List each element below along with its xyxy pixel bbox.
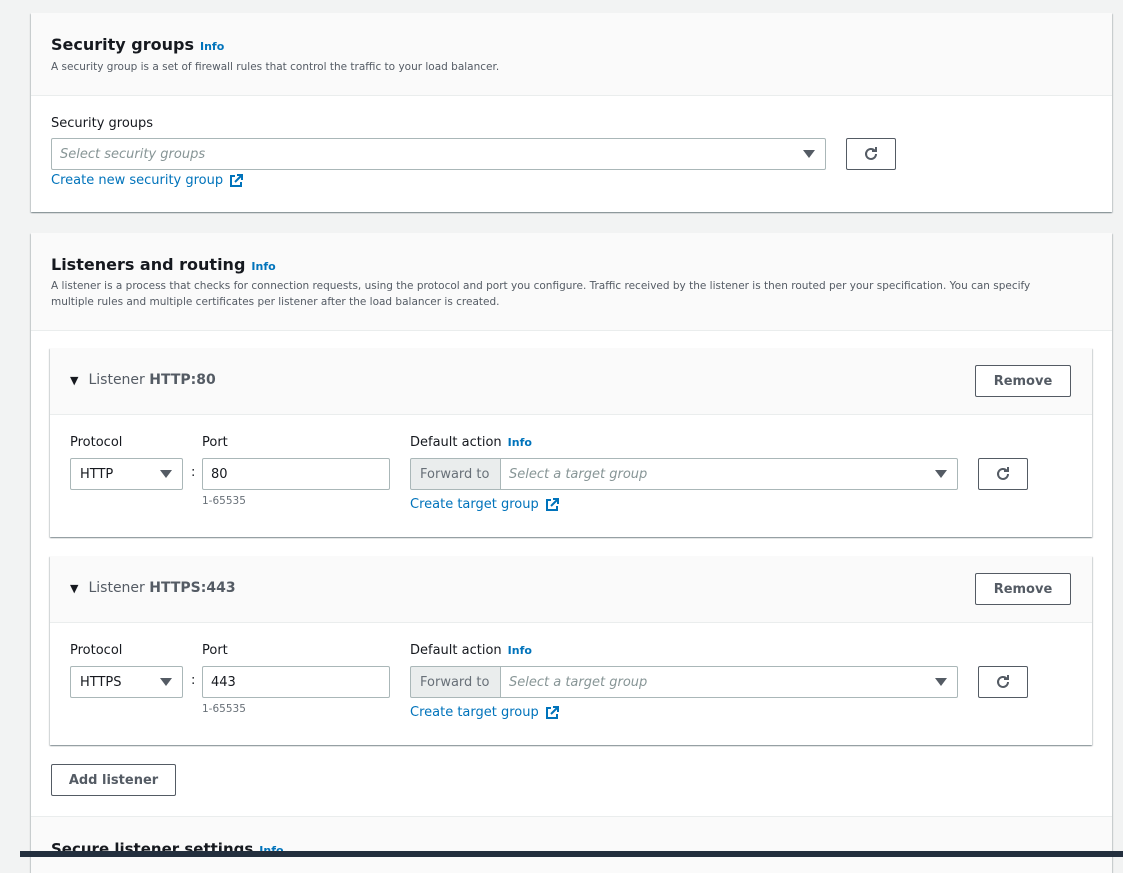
panel-header: Security groups Info A security group is … <box>31 13 1112 96</box>
refresh-icon <box>995 674 1011 690</box>
listener-card: ▼ Listener HTTP:80 Remove Protocol HTTP :… <box>50 348 1092 537</box>
caret-down-icon: ▼ <box>70 374 79 387</box>
section-title: Listeners and routing Info <box>51 255 276 274</box>
bottom-bar <box>20 851 1123 857</box>
listeners-panel: Listeners and routing Info A listener is … <box>31 233 1112 873</box>
listener-toggle[interactable]: ▼ Listener HTTP:80 <box>70 372 216 388</box>
external-link-icon <box>545 498 559 512</box>
info-link[interactable]: Info <box>251 260 275 273</box>
create-security-group-link[interactable]: Create new security group <box>51 173 243 188</box>
port-hint: 1-65535 <box>202 703 246 715</box>
refresh-icon <box>995 466 1011 482</box>
remove-button[interactable]: Remove <box>975 573 1071 605</box>
info-link[interactable]: Info <box>200 40 224 53</box>
protocol-select[interactable]: HTTP <box>70 458 183 490</box>
refresh-icon <box>863 146 879 162</box>
external-link-icon <box>545 706 559 720</box>
forward-to-label: Forward to <box>410 458 501 490</box>
create-target-group-link[interactable]: Create target group <box>410 497 559 512</box>
caret-down-icon <box>935 678 947 686</box>
port-label: Port <box>202 435 228 450</box>
caret-down-icon <box>935 470 947 478</box>
external-link-icon <box>229 174 243 188</box>
remove-button[interactable]: Remove <box>975 365 1071 397</box>
listener-card: ▼ Listener HTTPS:443 Remove Protocol HTTP… <box>50 556 1092 745</box>
caret-down-icon: ▼ <box>70 582 79 595</box>
protocol-label: Protocol <box>70 643 123 658</box>
refresh-button[interactable] <box>978 666 1028 698</box>
forward-to-label: Forward to <box>410 666 501 698</box>
default-action-label: Default action Info <box>410 643 532 658</box>
section-description: A listener is a process that checks for … <box>51 280 1031 308</box>
listener-toggle[interactable]: ▼ Listener HTTPS:443 <box>70 580 236 596</box>
caret-down-icon <box>160 470 172 478</box>
security-groups-select[interactable]: Select security groups <box>51 138 826 170</box>
default-action-label: Default action Info <box>410 435 532 450</box>
caret-down-icon <box>803 150 815 158</box>
security-groups-panel: Security groups Info A security group is … <box>31 13 1112 212</box>
info-link[interactable]: Info <box>508 436 532 449</box>
field-label: Security groups <box>51 116 154 131</box>
port-hint: 1-65535 <box>202 495 246 507</box>
protocol-select[interactable]: HTTPS <box>70 666 183 698</box>
protocol-label: Protocol <box>70 435 123 450</box>
target-group-select[interactable]: Select a target group <box>500 458 958 490</box>
panel-header: Listeners and routing Info A listener is … <box>31 233 1112 331</box>
port-input[interactable]: 80 <box>202 458 390 490</box>
section-description: A security group is a set of firewall ru… <box>51 61 500 73</box>
port-input[interactable]: 443 <box>202 666 390 698</box>
add-listener-button[interactable]: Add listener <box>51 764 176 796</box>
refresh-button[interactable] <box>978 458 1028 490</box>
port-label: Port <box>202 643 228 658</box>
separator: : <box>191 465 196 480</box>
caret-down-icon <box>160 678 172 686</box>
secure-listener-settings-header: Secure listener settingsInfo <box>31 816 1112 873</box>
create-target-group-link[interactable]: Create target group <box>410 705 559 720</box>
section-title: Security groups Info <box>51 35 225 54</box>
separator: : <box>191 673 196 688</box>
refresh-button[interactable] <box>846 138 896 170</box>
target-group-select[interactable]: Select a target group <box>500 666 958 698</box>
info-link[interactable]: Info <box>508 644 532 657</box>
